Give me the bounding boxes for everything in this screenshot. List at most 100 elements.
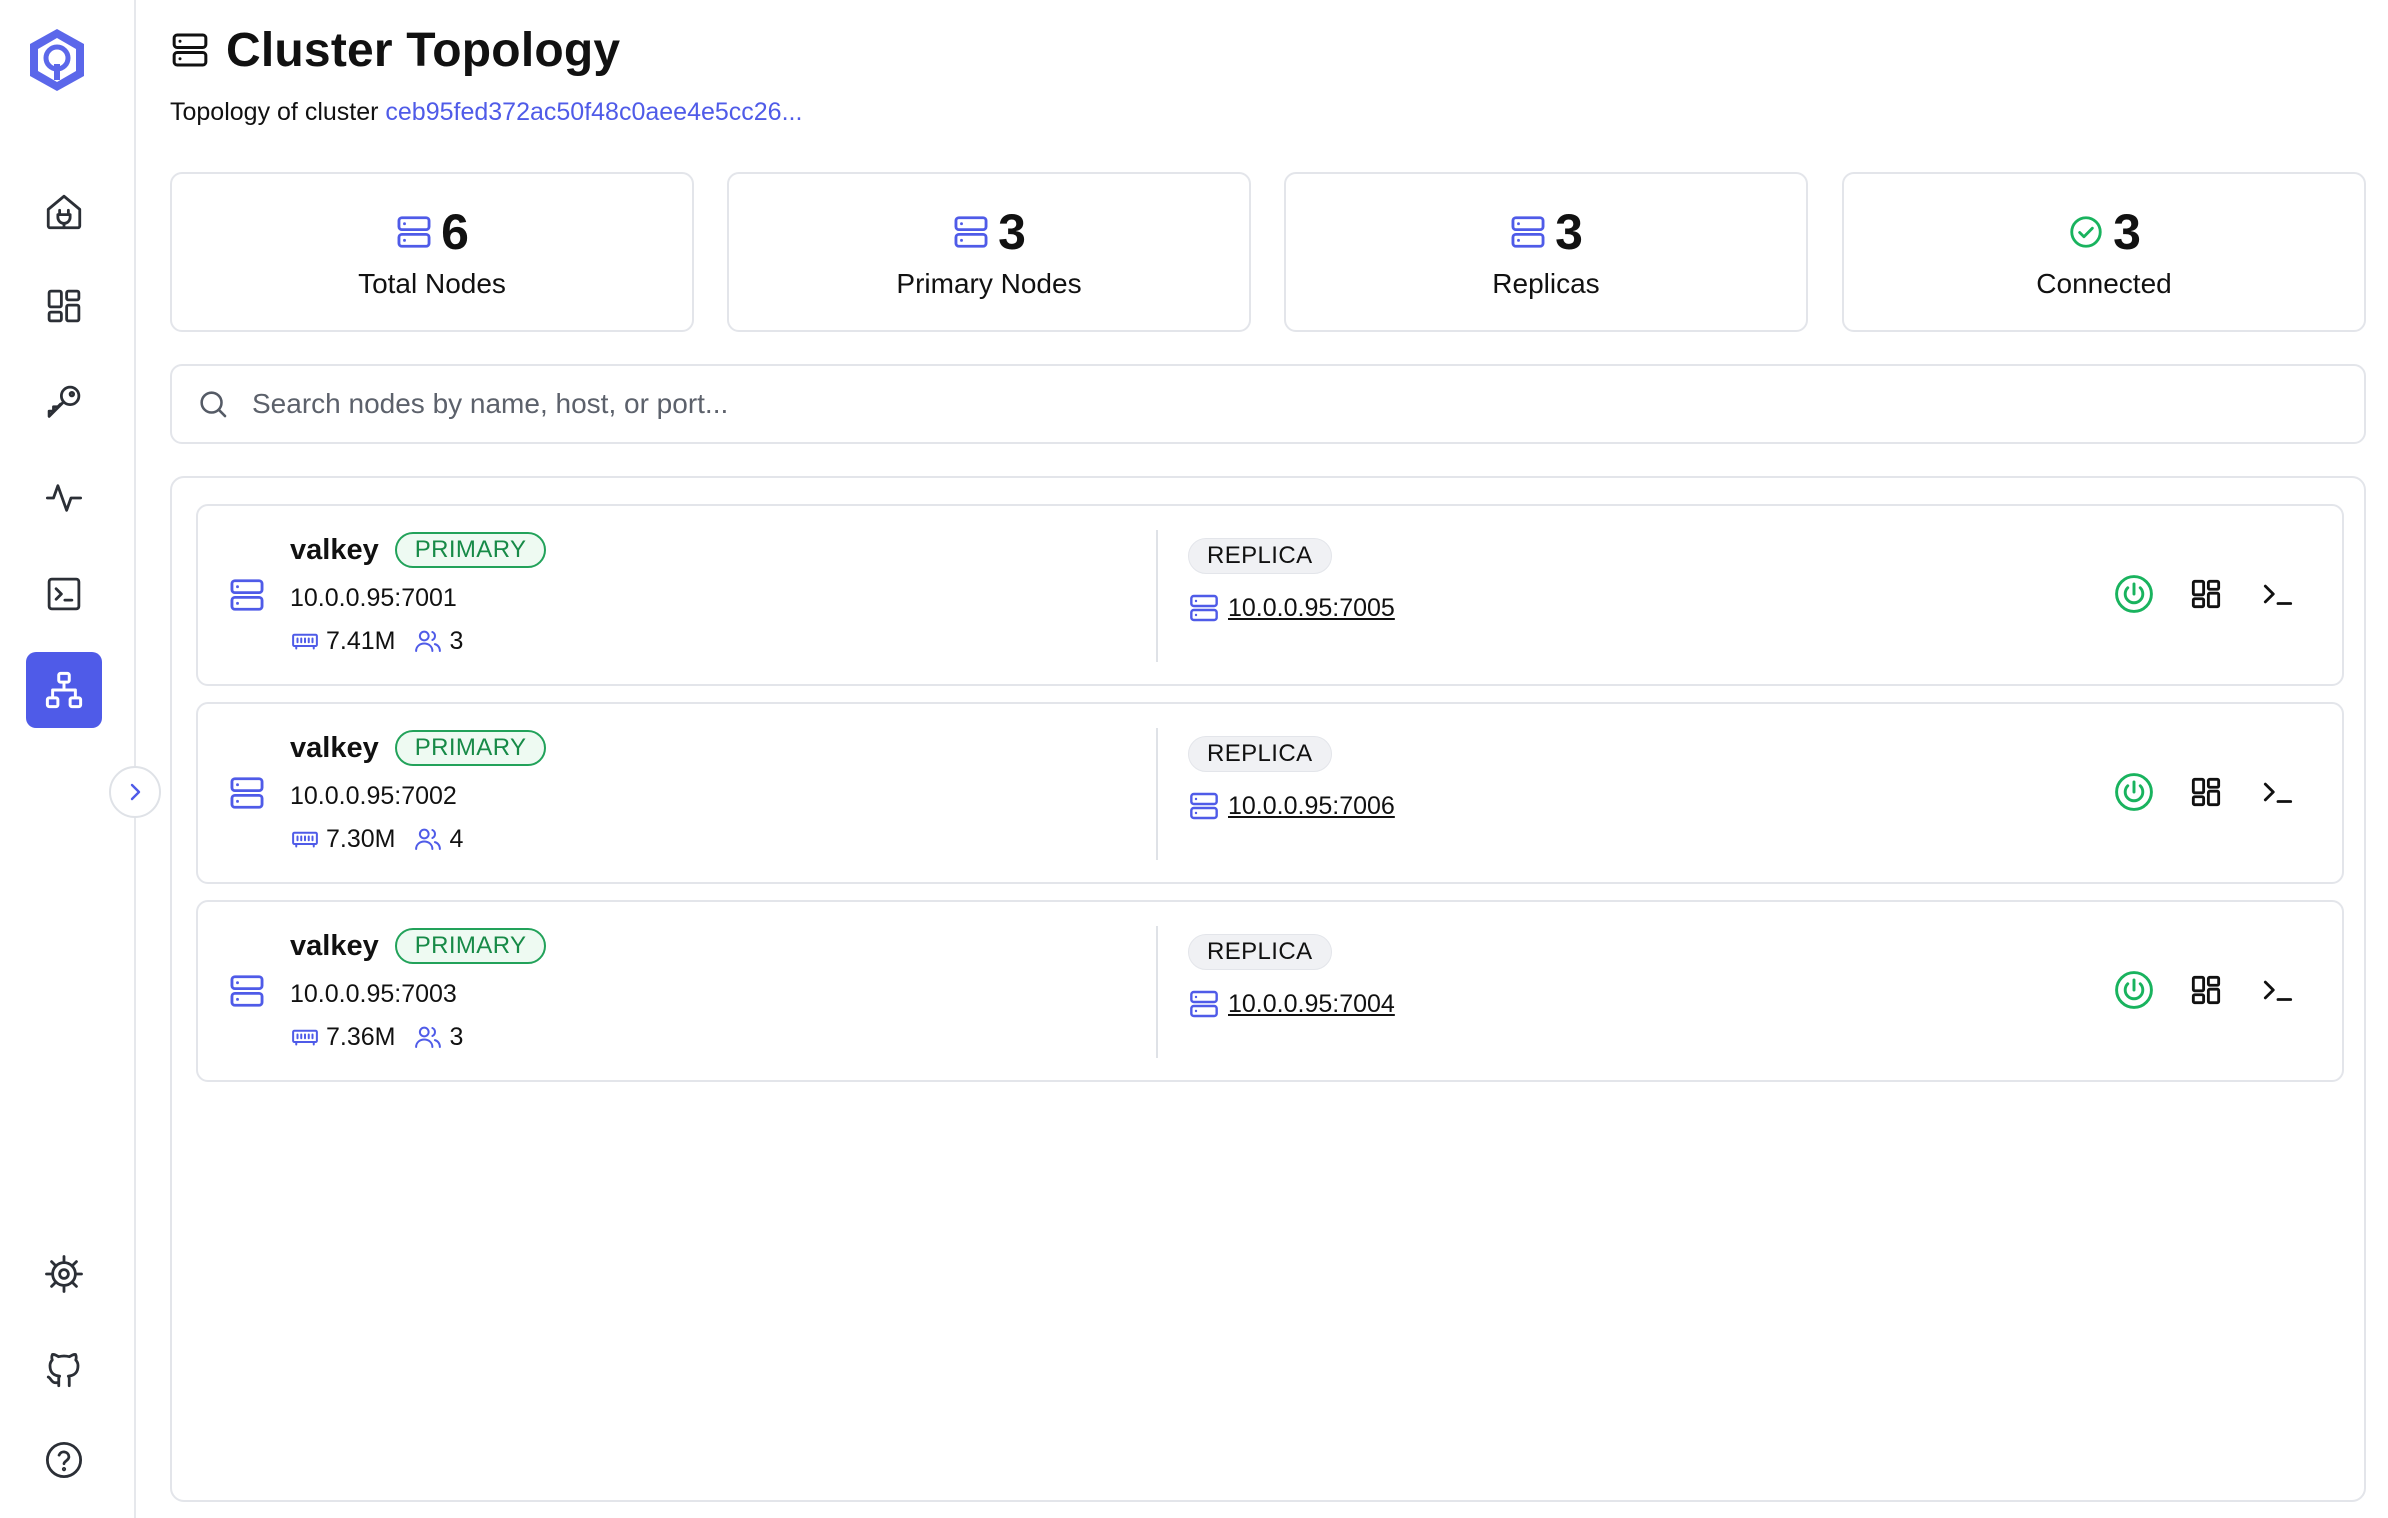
stat-card-primary-nodes: 3 Primary Nodes [727,172,1251,332]
stat-label: Connected [2036,268,2172,299]
users-icon [415,828,442,850]
dashboard-icon [2191,975,2221,1005]
nav-github[interactable] [26,1332,102,1408]
stat-value: 3 [1555,204,1583,260]
server-icon [954,216,988,248]
check-circle-icon [2070,216,2102,248]
node-host: 10.0.0.95:7002 [290,782,457,810]
settings-icon [45,1255,83,1293]
app-logo-icon[interactable] [26,26,88,94]
replica-badge: REPLICA [1188,538,1332,574]
terminal-icon [47,577,81,611]
node-name: valkey [290,929,379,962]
server-icon [230,975,264,1007]
page-title: Cluster Topology [226,23,621,77]
main-content: Cluster Topology Topology of cluster ceb… [170,0,2366,1518]
memory-icon [292,831,318,848]
nav-connection[interactable] [26,174,102,250]
terminal-button[interactable] [2254,570,2302,618]
nav-settings[interactable] [26,1236,102,1312]
server-icon [230,579,264,611]
page-header: Cluster Topology Topology of cluster ceb… [170,22,2366,127]
node-clients: 4 [449,824,464,853]
search-input[interactable] [252,388,2152,420]
key-icon [47,385,81,418]
connection-icon [46,194,82,230]
node-card: valkey PRIMARY 10.0.0.95:7003 7.36M 3 RE… [196,900,2344,1082]
replica-badge: REPLICA [1188,934,1332,970]
terminal-button[interactable] [2254,966,2302,1014]
power-button[interactable] [2110,570,2158,618]
stat-label: Total Nodes [358,268,506,299]
nav-dashboard[interactable] [26,268,102,344]
node-name: valkey [290,533,379,566]
node-host: 10.0.0.95:7003 [290,980,457,1008]
terminal-prompt-icon [2263,782,2293,803]
activity-icon [45,484,83,512]
stat-value: 3 [2113,204,2141,260]
nav-terminal[interactable] [26,556,102,632]
terminal-prompt-icon [2263,980,2293,1001]
power-button[interactable] [2110,768,2158,816]
node-memory: 7.30M [326,824,396,853]
memory-icon [292,633,318,650]
github-icon [46,1352,80,1388]
server-icon [1190,594,1218,622]
replica-host-link[interactable]: 10.0.0.95:7005 [1228,594,1395,623]
server-icon [397,216,431,248]
stat-card-replicas: 3 Replicas [1284,172,1808,332]
replica-badge: REPLICA [1188,736,1332,772]
divider [1156,926,1158,1058]
page-subtitle: Topology of cluster ceb95fed372ac50f48c0… [170,98,2366,127]
nav-help[interactable] [26,1422,102,1498]
stat-value: 6 [441,204,469,260]
primary-badge: PRIMARY [394,532,547,568]
stats-row: 6 Total Nodes 3 Primary Nodes 3 Replicas [170,172,2366,332]
nav-keys[interactable] [26,364,102,440]
search-bar [170,364,2366,444]
primary-badge: PRIMARY [394,928,547,964]
chevron-right-icon [130,783,141,801]
users-icon [415,630,442,652]
subtitle-prefix: Topology of cluster [170,98,379,126]
topology-icon [45,671,83,709]
stat-card-total-nodes: 6 Total Nodes [170,172,694,332]
server-icon [1511,216,1545,248]
power-button[interactable] [2110,966,2158,1014]
replica-host-link[interactable]: 10.0.0.95:7006 [1228,792,1395,821]
node-name: valkey [290,731,379,764]
primary-badge: PRIMARY [394,730,547,766]
stat-card-connected: 3 Connected [1842,172,2366,332]
sidebar-expand-button[interactable] [109,766,161,818]
help-icon [45,1441,83,1479]
sidebar [0,0,136,1518]
node-memory: 7.36M [326,1022,396,1051]
divider [1156,728,1158,860]
search-icon [200,391,227,418]
nav-topology[interactable] [26,652,102,728]
dashboard-icon [47,289,81,323]
dashboard-icon [2191,579,2221,609]
server-icon [1190,792,1218,820]
replica-host-link[interactable]: 10.0.0.95:7004 [1228,990,1395,1019]
node-memory: 7.41M [326,626,396,655]
stat-label: Replicas [1492,268,1600,299]
dashboard-button[interactable] [2182,768,2230,816]
power-icon [2115,971,2153,1009]
memory-icon [292,1029,318,1046]
dashboard-button[interactable] [2182,966,2230,1014]
dashboard-button[interactable] [2182,570,2230,618]
divider [1156,530,1158,662]
node-clients: 3 [449,626,464,655]
terminal-button[interactable] [2254,768,2302,816]
nodes-panel: valkey PRIMARY 10.0.0.95:7001 7.41M 3 RE… [170,476,2366,1502]
power-icon [2115,575,2153,613]
node-clients: 3 [449,1022,464,1051]
nav-monitoring[interactable] [26,460,102,536]
server-icon [230,777,264,809]
stat-label: Primary Nodes [896,268,1082,299]
cluster-id-link[interactable]: ceb95fed372ac50f48c0aee4e5cc26... [385,98,802,126]
node-host: 10.0.0.95:7001 [290,584,457,612]
server-icon [1190,990,1218,1018]
dashboard-icon [2191,777,2221,807]
